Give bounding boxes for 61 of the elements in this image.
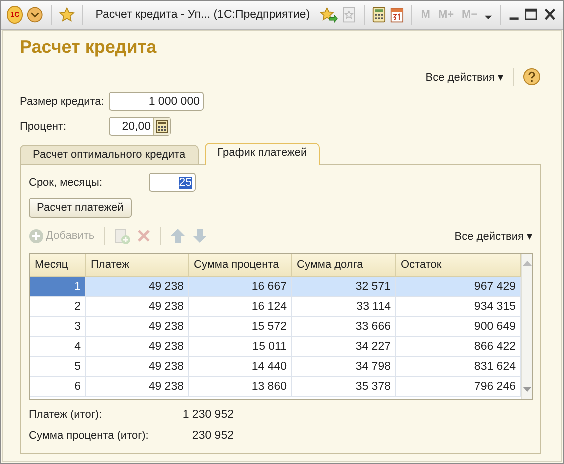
calendar-icon[interactable] (390, 6, 404, 24)
table-cell: 3 (30, 317, 86, 336)
table-cell: 49 238 (86, 297, 189, 316)
table-cell: 14 440 (189, 357, 292, 376)
table-cell: 49 238 (86, 377, 189, 396)
column-header[interactable]: Сумма процента (189, 254, 292, 276)
table-cell: 5 (30, 357, 86, 376)
table-cell: 35 378 (292, 377, 396, 396)
form-title: Расчет кредита (20, 37, 158, 58)
scrollbar[interactable] (521, 254, 532, 399)
table-cell: 32 571 (292, 277, 396, 296)
all-actions-menu[interactable]: Все действия ▾ (454, 230, 533, 242)
column-header[interactable]: Платеж (86, 254, 189, 276)
field-label: Размер кредита: (20, 96, 106, 108)
table-cell: 49 238 (86, 357, 189, 376)
table-row[interactable]: 3 49 238 15 572 33 666 900 649 (30, 317, 521, 337)
calculate-payments-button[interactable]: Расчет платежей (29, 198, 132, 218)
tab[interactable]: Расчет оптимального кредита (20, 145, 199, 164)
field-label: Процент: (20, 120, 68, 132)
table-cell: 15 572 (189, 317, 292, 336)
term-field[interactable]: 25 (149, 173, 196, 192)
calculator-icon[interactable] (372, 6, 386, 24)
calculator-icon[interactable] (156, 120, 168, 133)
tab[interactable]: График платежей (204, 143, 320, 165)
column-header[interactable]: Месяц (30, 254, 86, 276)
column-header[interactable]: Сумма долга (292, 254, 396, 276)
scroll-down-icon[interactable] (522, 386, 532, 393)
amount-field[interactable]: 1 000 000 (109, 92, 204, 111)
table-row[interactable]: 6 49 238 13 860 35 378 796 246 (30, 377, 521, 397)
table-cell: 1 (30, 277, 86, 296)
total-value: 230 952 (191, 430, 234, 442)
table-row[interactable]: 4 49 238 15 011 34 227 866 422 (30, 337, 521, 357)
total-value: 1 230 952 (182, 409, 234, 421)
all-actions-menu[interactable]: Все действия ▾ (426, 70, 504, 84)
total-label: Платеж (итог): (29, 409, 104, 421)
table-cell: 49 238 (86, 337, 189, 356)
star-icon[interactable] (58, 6, 75, 24)
window-title: Расчет кредита - Уп... (1С:Предприятие) (96, 9, 310, 21)
percent-field[interactable]: 20,00 (109, 117, 171, 136)
table-cell: 49 238 (86, 277, 189, 296)
total-label: Сумма процента (итог): (29, 430, 150, 442)
field-label: Срок, месяцы: (29, 176, 104, 188)
table-cell: 34 227 (292, 337, 396, 356)
table-cell: 15 011 (189, 337, 292, 356)
table-row[interactable]: 5 49 238 14 440 34 798 831 624 (30, 357, 521, 377)
table-cell: 34 798 (292, 357, 396, 376)
table-row[interactable]: 2 49 238 16 124 33 114 934 315 (30, 297, 521, 317)
table-cell: 33 666 (292, 317, 396, 336)
plus-circle-icon (29, 228, 44, 244)
table-cell: 4 (30, 337, 86, 356)
table-row[interactable]: 1 49 238 16 667 32 571 967 429 (30, 277, 521, 297)
table-cell: 49 238 (86, 317, 189, 336)
help-icon[interactable] (523, 68, 541, 86)
star-arrow-icon[interactable] (320, 6, 338, 24)
menu-icon[interactable] (27, 6, 44, 24)
table-cell: 33 114 (292, 297, 396, 316)
table-cell: 6 (30, 377, 86, 396)
table-cell: 13 860 (189, 377, 292, 396)
table-cell: 16 667 (189, 277, 292, 296)
table-cell: 2 (30, 297, 86, 316)
table-cell: 16 124 (189, 297, 292, 316)
